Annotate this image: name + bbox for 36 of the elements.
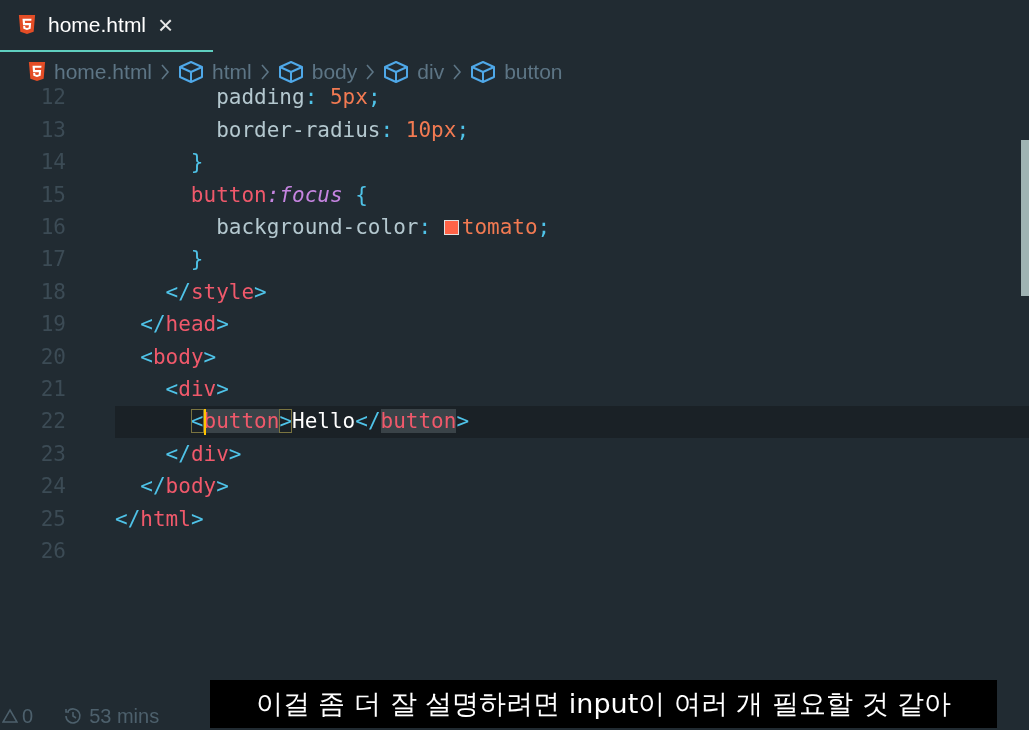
code-line: <div>	[164, 375, 229, 403]
tab-title: home.html	[48, 12, 147, 39]
code-line: </body>	[139, 473, 229, 501]
code-line: border-radius: 10px;	[215, 116, 470, 144]
code-line: }	[189, 246, 204, 274]
code-line: </style>	[164, 278, 267, 306]
code-line: </head>	[139, 311, 229, 339]
code-line: background-color: tomato;	[215, 214, 551, 241]
cube-icon	[470, 60, 497, 84]
chevron-icon	[365, 63, 376, 81]
chevron-icon	[160, 63, 171, 81]
breadcrumb-item[interactable]: home.html	[54, 56, 153, 88]
editor-tab[interactable]: home.html ×	[0, 0, 213, 52]
scrollbar-thumb[interactable]	[1021, 140, 1029, 296]
code-line: <button>Hello</button>	[189, 408, 470, 438]
code-line: <body>	[139, 343, 217, 371]
code-line: </div>	[164, 440, 242, 468]
color-swatch[interactable]	[443, 220, 459, 235]
warning-icon	[2, 708, 18, 724]
warning-count[interactable]: 0	[22, 701, 34, 730]
chevron-icon	[452, 63, 463, 81]
subtitle: 이걸 좀 더 잘 설명하려면 input이 여러 개 필요할 것 같아	[210, 680, 997, 728]
breadcrumb-item[interactable]: button	[504, 56, 563, 88]
session-time[interactable]: 53 mins	[89, 701, 160, 730]
breadcrumb-item[interactable]: div	[417, 56, 445, 88]
html5-icon	[18, 15, 36, 35]
close-icon[interactable]: ×	[158, 12, 174, 38]
cube-icon	[178, 60, 205, 84]
code-line: }	[189, 149, 204, 177]
chevron-icon	[259, 63, 270, 81]
cube-icon	[277, 60, 304, 84]
code-line: button:focus {	[189, 181, 368, 209]
cube-icon	[383, 60, 410, 84]
history-icon	[63, 706, 84, 726]
code-line: </html>	[115, 505, 204, 533]
html5-icon	[28, 62, 46, 82]
